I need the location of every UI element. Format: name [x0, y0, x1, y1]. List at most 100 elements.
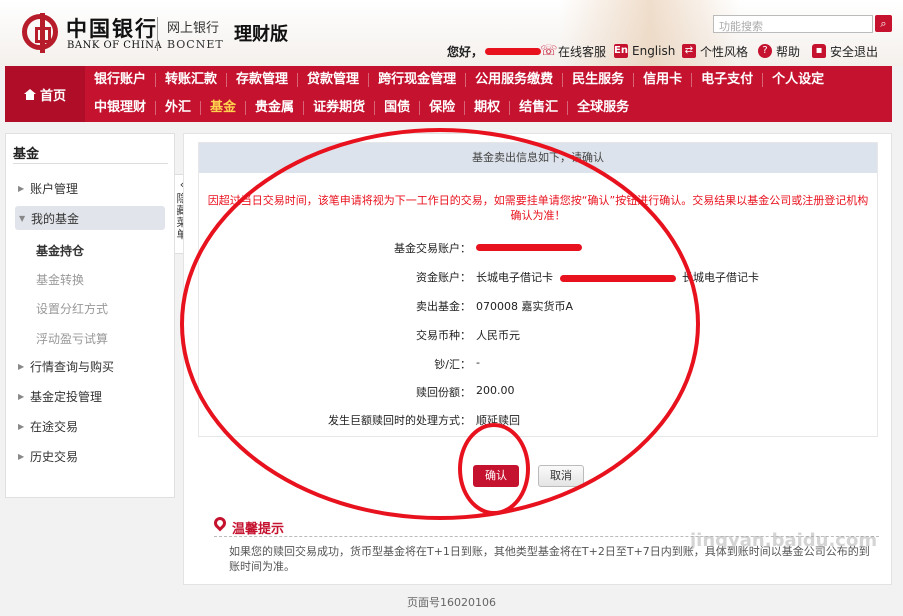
nav-item-bank-account[interactable]: 银行账户	[85, 73, 157, 87]
main-nav: 首页 银行账户 转账汇款 存款管理 贷款管理 跨行现金管理 公用服务缴费 民生服…	[5, 66, 892, 122]
nav-row-1: 银行账户 转账汇款 存款管理 贷款管理 跨行现金管理 公用服务缴费 民生服务 信…	[85, 66, 833, 94]
sidebar-sub-dividend-setting[interactable]: 设置分红方式	[36, 300, 108, 317]
logout-label: 安全退出	[830, 44, 879, 59]
nav-item-bonds[interactable]: 国债	[375, 101, 421, 115]
nav-item-e-payment[interactable]: 电子支付	[692, 73, 764, 87]
header: 中国银行 BANK OF CHINA 网上银行 BOCNET 理财版 功能搜索 …	[0, 0, 903, 66]
home-icon	[23, 88, 36, 100]
nav-item-options[interactable]: 期权	[465, 101, 511, 115]
sidebar-item-account-management[interactable]: ▶ 账户管理	[6, 176, 174, 200]
chevron-down-icon: ▼	[19, 213, 26, 223]
sidebar-sub-pnl-calculator[interactable]: 浮动盈亏试算	[36, 330, 108, 347]
cancel-button[interactable]: 取消	[538, 465, 584, 487]
nav-item-personal-settings[interactable]: 个人设定	[763, 73, 833, 87]
after-hours-warning: 因超过当日交易时间，该笔申请将视为下一工作日的交易，如需要挂单请您按“确认”按钮…	[207, 194, 869, 222]
nav-item-transfer[interactable]: 转账汇款	[156, 73, 228, 87]
row-label: 资金账户：	[416, 271, 471, 284]
row-label: 赎回份额：	[416, 386, 471, 399]
sidebar-sub-fund-conversion[interactable]: 基金转换	[36, 271, 84, 288]
sidebar-item-regular-investment[interactable]: ▶ 基金定投管理	[6, 384, 174, 408]
search-icon[interactable]: ⌕	[875, 15, 892, 32]
nav-row-2: 中银理财 外汇 基金 贵金属 证券期货 国债 保险 期权 结售汇 全球服务	[85, 94, 638, 122]
sidebar-item-label: 在途交易	[30, 419, 79, 434]
nav-item-cash-management[interactable]: 跨行现金管理	[369, 73, 467, 87]
row-label: 基金交易账户：	[394, 242, 471, 255]
sidebar-item-pending-transactions[interactable]: ▶ 在途交易	[6, 414, 174, 438]
nav-item-fx-settlement[interactable]: 结售汇	[510, 101, 569, 115]
chevron-right-icon: ▶	[18, 183, 25, 193]
redacted-username	[485, 47, 542, 55]
function-search-input[interactable]: 功能搜索	[713, 15, 873, 33]
netbank-label-cn: 网上银行	[167, 21, 220, 36]
row-label: 交易币种：	[416, 329, 471, 342]
nav-item-credit-card[interactable]: 信用卡	[634, 73, 693, 87]
sidebar-item-label: 历史交易	[30, 449, 79, 464]
sidebar-item-label: 账户管理	[30, 181, 79, 196]
help-icon: ?	[758, 44, 772, 58]
location-pin-icon	[211, 514, 229, 532]
card-type: 长城电子借记卡	[476, 271, 553, 284]
nav-item-deposit[interactable]: 存款管理	[227, 73, 299, 87]
nav-item-global-service[interactable]: 全球服务	[568, 101, 638, 115]
row-value	[476, 240, 582, 253]
nav-item-fund[interactable]: 基金	[201, 101, 247, 115]
info-row-currency: 交易币种： 人民币元	[199, 327, 877, 343]
sidebar-title: 基金	[13, 147, 40, 162]
main-content: 基金卖出信息如下，请确认 因超过当日交易时间，该笔申请将视为下一工作日的交易，如…	[183, 133, 892, 585]
info-row-redeem-amount: 赎回份额： 200.00	[199, 384, 877, 400]
greeting-text: 您好，	[447, 44, 484, 59]
redacted-card-number	[559, 274, 676, 282]
nav-home-label: 首页	[39, 88, 66, 104]
row-label: 卖出基金：	[416, 300, 471, 313]
help-link[interactable]: ? 帮助	[758, 43, 800, 59]
nav-item-insurance[interactable]: 保险	[420, 101, 466, 115]
chevron-right-icon: ▶	[18, 391, 25, 401]
logout-link[interactable]: ▪ 安全退出	[812, 43, 878, 59]
sidebar-item-history[interactable]: ▶ 历史交易	[6, 444, 174, 468]
nav-item-livelihood[interactable]: 民生服务	[563, 73, 635, 87]
greeting: 您好，	[447, 43, 542, 59]
row-value: 200.00	[476, 384, 515, 397]
boc-logo-icon	[22, 13, 58, 53]
nav-home[interactable]: 首页	[5, 66, 85, 122]
row-value: 070008 嘉实货币A	[476, 300, 574, 313]
tip-title: 温馨提示	[232, 522, 285, 537]
row-value: -	[476, 356, 480, 369]
sidebar-item-my-fund[interactable]: ▼ 我的基金	[15, 206, 165, 230]
row-value: 长城电子借记卡 长城电子借记卡	[476, 269, 759, 285]
nav-item-precious-metal[interactable]: 贵金属	[246, 101, 305, 115]
confirm-panel: 基金卖出信息如下，请确认 因超过当日交易时间，该笔申请将视为下一工作日的交易，如…	[198, 142, 878, 437]
logo-divider	[157, 17, 158, 51]
sidebar-item-market-purchase[interactable]: ▶ 行情查询与购买	[6, 354, 174, 378]
sidebar-sub-fund-holdings[interactable]: 基金持仓	[36, 242, 84, 259]
sidebar-divider	[13, 163, 168, 164]
row-value: 顺延赎回	[476, 414, 520, 427]
help-label: 帮助	[776, 44, 801, 59]
online-service-link[interactable]: ☏ 在线客服	[540, 43, 606, 59]
confirm-button[interactable]: 确认	[473, 465, 519, 487]
nav-item-loan[interactable]: 贷款管理	[298, 73, 370, 87]
info-row-fund-account: 基金交易账户：	[199, 240, 877, 256]
style-link[interactable]: ⇄ 个性风格	[682, 43, 748, 59]
page-number: 页面号16020106	[407, 596, 496, 609]
online-service-label: 在线客服	[558, 44, 607, 59]
edition-title: 理财版	[234, 24, 288, 45]
info-row-sell-fund: 卖出基金： 070008 嘉实货币A	[199, 298, 877, 314]
panel-title: 基金卖出信息如下，请确认	[199, 143, 877, 173]
sidebar-item-label: 行情查询与购买	[30, 359, 115, 374]
nav-item-forex[interactable]: 外汇	[156, 101, 202, 115]
headset-icon: ☏	[540, 43, 558, 59]
english-link[interactable]: En English	[614, 43, 675, 59]
sidebar-item-label: 基金定投管理	[30, 389, 103, 404]
nav-item-wealth[interactable]: 中银理财	[85, 101, 157, 115]
row-label: 钞/汇：	[434, 358, 471, 371]
row-label: 发生巨额赎回时的处理方式：	[328, 414, 471, 427]
sidebar: 基金 ▶ 账户管理 ▼ 我的基金 基金持仓 基金转换 设置分红方式 浮动盈亏试算…	[5, 133, 175, 498]
chevron-right-icon: ▶	[18, 451, 25, 461]
nav-item-securities[interactable]: 证券期货	[304, 101, 376, 115]
logo-text-cn: 中国银行	[66, 16, 158, 41]
style-icon: ⇄	[682, 44, 696, 58]
nav-item-utility-payment[interactable]: 公用服务缴费	[466, 73, 564, 87]
style-label: 个性风格	[700, 44, 749, 59]
info-row-large-redemption: 发生巨额赎回时的处理方式： 顺延赎回	[199, 412, 877, 428]
